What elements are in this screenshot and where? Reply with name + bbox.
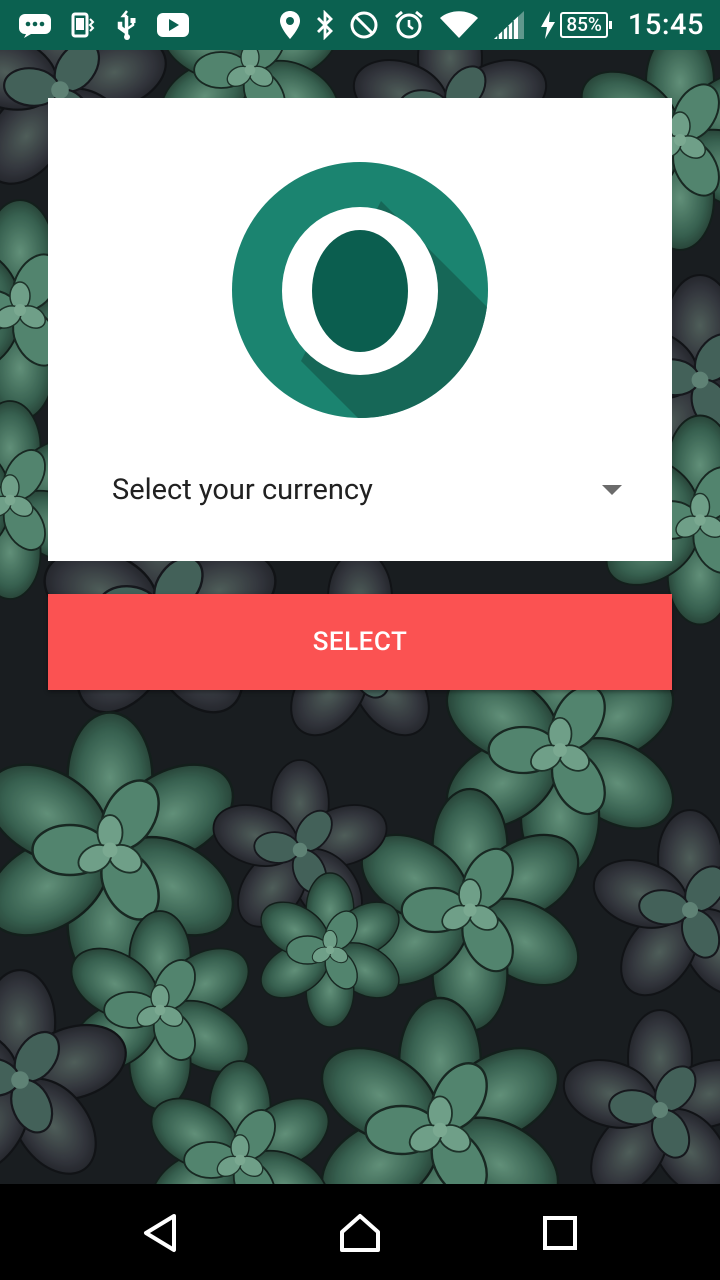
status-bar: 85% 15:45: [0, 0, 720, 50]
select-button[interactable]: SELECT: [48, 594, 672, 690]
battery-indicator: 85%: [539, 10, 612, 40]
alarm-icon: [393, 9, 425, 41]
usb-icon: [114, 9, 140, 41]
vibrate-icon: [68, 10, 98, 40]
wifi-icon: [439, 10, 479, 40]
navigation-bar: [0, 1184, 720, 1280]
status-bar-time: 15:45: [627, 8, 704, 42]
status-bar-notifications: [18, 8, 190, 42]
app-screen: 85% 15:45 Select your currency SELECT: [0, 0, 720, 1280]
app-logo-o-icon: [231, 161, 489, 419]
youtube-icon: [156, 12, 190, 38]
message-icon: [18, 12, 52, 38]
currency-card: Select your currency: [48, 98, 672, 561]
home-icon[interactable]: [332, 1208, 388, 1258]
bluetooth-icon: [315, 10, 335, 40]
battery-percent: 85%: [560, 12, 612, 38]
dropdown-arrow-icon: [602, 485, 622, 495]
status-bar-system: 85% 15:45: [279, 8, 704, 42]
signal-icon: [493, 10, 525, 40]
currency-spinner-label: Select your currency: [112, 473, 373, 507]
currency-spinner[interactable]: Select your currency: [112, 466, 622, 514]
charging-icon: [539, 10, 557, 40]
do-not-disturb-icon: [349, 10, 379, 40]
back-icon[interactable]: [132, 1208, 188, 1258]
recents-icon[interactable]: [532, 1208, 588, 1258]
location-icon: [279, 10, 301, 40]
